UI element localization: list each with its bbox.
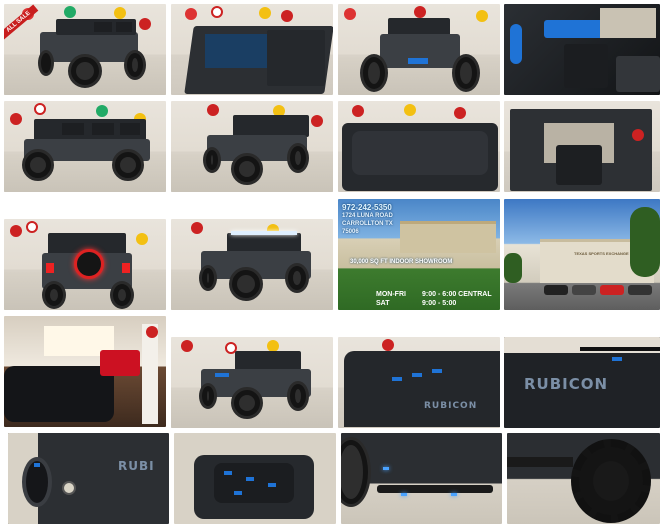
rubicon-decal: RUBICON xyxy=(424,401,478,411)
photo-gallery: ALL SALE 972-242-5350 1724 LUNA ROAD CAR… xyxy=(0,0,662,525)
photo-13[interactable] xyxy=(4,316,166,427)
photo-16[interactable]: RUBICON xyxy=(504,337,660,428)
photo-5[interactable] xyxy=(4,101,166,192)
photo-2[interactable] xyxy=(171,4,333,95)
photo-18[interactable] xyxy=(174,433,336,524)
dealer-sign: TEXAS SPORTS EXCHANGE xyxy=(574,251,629,256)
sat-label: SAT xyxy=(376,300,390,307)
sat-hours: 9:00 - 5:00 xyxy=(422,300,457,307)
photo-20[interactable] xyxy=(507,433,660,524)
photo-8[interactable] xyxy=(504,101,660,192)
photo-4[interactable] xyxy=(504,4,660,95)
dealer-zip: 75006 xyxy=(342,229,359,235)
photo-10[interactable] xyxy=(171,219,333,310)
photo-19[interactable] xyxy=(341,433,502,524)
rubicon-decal-large: RUBICON xyxy=(524,375,609,393)
photo-9[interactable] xyxy=(4,219,166,310)
photo-1[interactable]: ALL SALE xyxy=(4,4,166,95)
photo-14[interactable] xyxy=(171,337,333,428)
photo-6[interactable] xyxy=(171,101,333,192)
photo-17[interactable]: RUBI xyxy=(8,433,169,524)
photo-12[interactable]: TEXAS SPORTS EXCHANGE xyxy=(504,199,660,310)
showroom-text: 30,000 SQ FT INDOOR SHOWROOM xyxy=(350,259,453,265)
photo-7[interactable] xyxy=(338,101,500,192)
weekday-label: MON-FRI xyxy=(376,291,406,298)
dealer-phone: 972-242-5350 xyxy=(342,203,392,212)
rubicon-decal-partial: RUBI xyxy=(118,459,155,473)
photo-3[interactable] xyxy=(338,4,500,95)
photo-11[interactable]: 972-242-5350 1724 LUNA ROAD CARROLLTON T… xyxy=(338,199,500,310)
photo-15[interactable]: RUBICON xyxy=(338,337,500,428)
dealer-city: CARROLLTON TX xyxy=(342,221,393,227)
weekday-hours: 9:00 - 6:00 CENTRAL xyxy=(422,291,492,298)
dealer-street: 1724 LUNA ROAD xyxy=(342,213,393,219)
